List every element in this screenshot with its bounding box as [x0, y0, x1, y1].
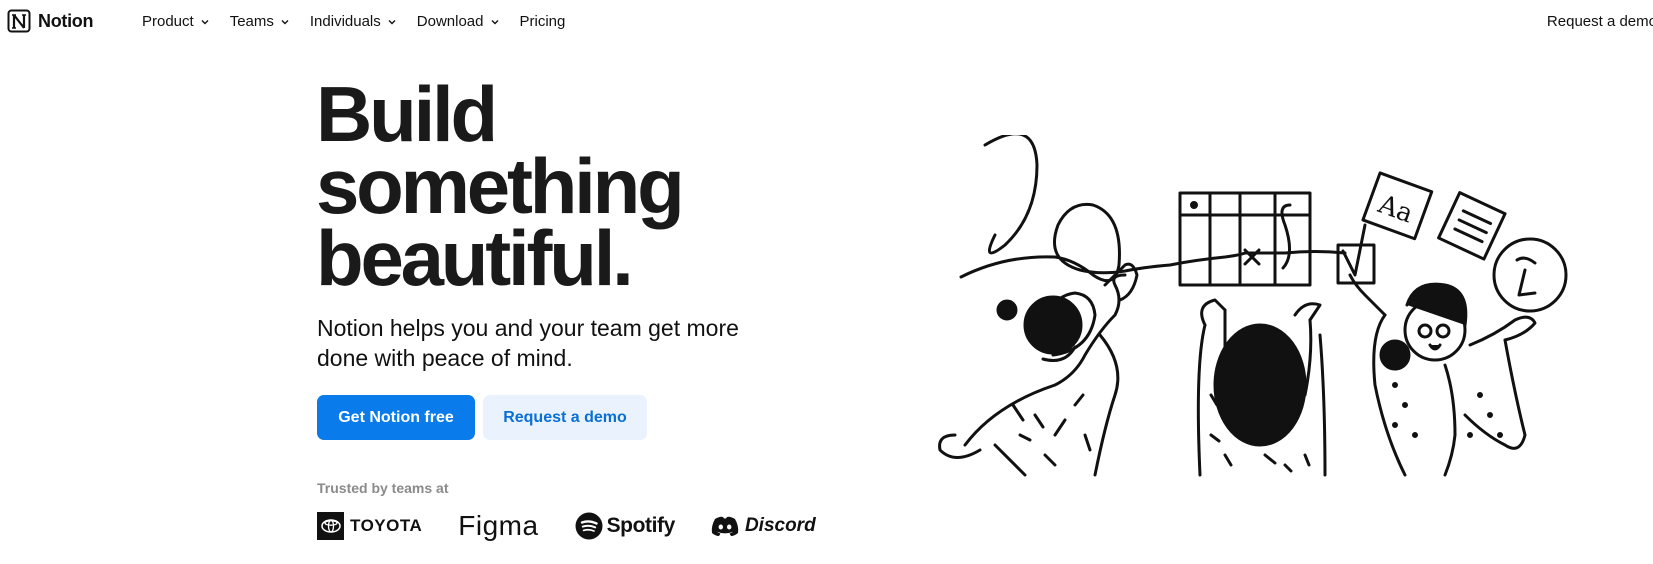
nav-item-pricing[interactable]: Pricing: [520, 13, 566, 30]
figma-logo-text: Figma: [458, 510, 539, 541]
trusted-logos: TOYOTA Figma Spotify Discord: [317, 510, 852, 542]
notion-logo-icon: [7, 9, 31, 33]
nav-request-demo-link[interactable]: Request a demo: [1547, 13, 1653, 30]
spotify-logo-text: Spotify: [606, 514, 676, 537]
nav-links: Product Teams Individuals Download Prici…: [142, 13, 585, 30]
nav-item-label: Download: [416, 13, 484, 30]
get-notion-free-button[interactable]: Get Notion free: [317, 395, 475, 440]
hero-subtitle: Notion helps you and your team get more …: [317, 313, 837, 373]
trusted-label: Trusted by teams at: [317, 480, 449, 496]
nav-item-individuals[interactable]: Individuals: [310, 13, 397, 30]
notion-logo[interactable]: Notion: [7, 9, 93, 34]
hero-title-line: Build: [316, 70, 498, 158]
toyota-logo-icon: [317, 512, 344, 540]
hero-subtitle-line: Notion helps you and your team get more: [317, 315, 739, 341]
request-demo-button[interactable]: Request a demo: [483, 395, 647, 440]
hero-title-line: something: [316, 142, 685, 230]
chevron-down-icon: [201, 19, 209, 24]
nav-item-teams[interactable]: Teams: [230, 13, 290, 30]
spotify-logo-icon: [575, 512, 603, 540]
nav-item-label: Individuals: [309, 13, 381, 30]
brand-name: Notion: [38, 11, 94, 31]
discord-logo-icon: [711, 516, 739, 536]
toyota-logo: TOYOTA: [317, 512, 422, 540]
hero-subtitle-line: done with peace of mind.: [317, 345, 573, 371]
hero-title-line: beautiful.: [316, 214, 634, 302]
nav-item-label: Teams: [229, 13, 274, 30]
toyota-logo-text: TOYOTA: [350, 516, 423, 535]
hero-title: Build something beautiful.: [316, 70, 876, 302]
nav-item-download[interactable]: Download: [417, 13, 500, 30]
chevron-down-icon: [388, 19, 396, 24]
discord-logo: Discord: [711, 515, 816, 537]
figma-logo: Figma: [458, 510, 538, 542]
nav-item-label: Pricing: [519, 13, 566, 30]
svg-text:Aa: Aa: [1373, 189, 1416, 229]
top-nav: Notion Product Teams Individuals Downloa…: [0, 0, 1653, 44]
nav-item-product[interactable]: Product: [142, 13, 210, 30]
spotify-logo: Spotify: [575, 512, 675, 540]
chevron-down-icon: [491, 19, 498, 24]
chevron-down-icon: [281, 19, 289, 24]
hero-illustration: Aa: [938, 135, 1568, 477]
nav-item-label: Product: [142, 13, 194, 30]
discord-logo-text: Discord: [744, 515, 816, 536]
